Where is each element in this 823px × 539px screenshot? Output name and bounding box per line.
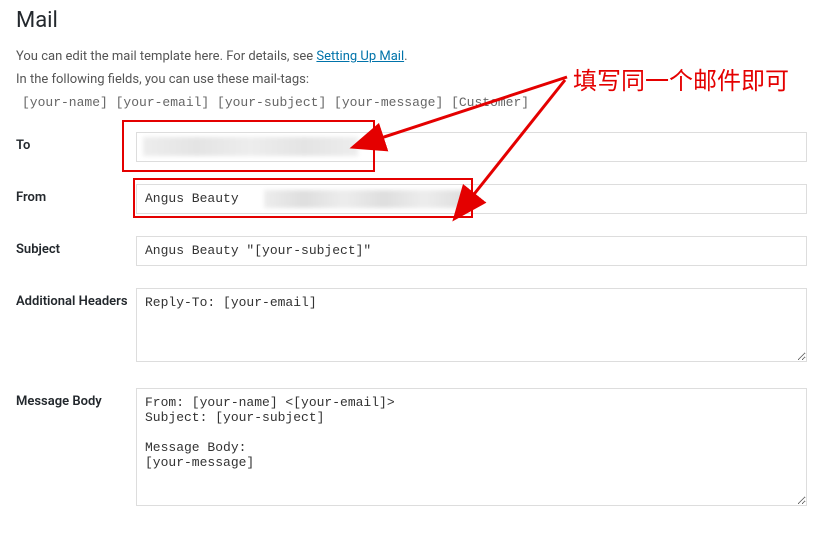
field-row-subject: Subject bbox=[16, 236, 807, 266]
label-from: From bbox=[16, 184, 136, 205]
field-row-from: From bbox=[16, 184, 807, 214]
label-message-body: Message Body bbox=[16, 388, 136, 409]
textarea-additional-headers[interactable]: Reply-To: [your-email] bbox=[136, 288, 807, 362]
section-heading: Mail bbox=[16, 8, 807, 33]
label-subject: Subject bbox=[16, 236, 136, 257]
setting-up-mail-link[interactable]: Setting Up Mail bbox=[316, 49, 404, 64]
field-row-message-body: Message Body From: [your-name] <[your-em… bbox=[16, 388, 807, 510]
input-to[interactable] bbox=[136, 132, 807, 162]
input-from[interactable] bbox=[136, 184, 807, 214]
label-to: To bbox=[16, 132, 136, 153]
field-row-to: To bbox=[16, 132, 807, 162]
description-prefix: You can edit the mail template here. For… bbox=[16, 49, 316, 64]
field-row-additional-headers: Additional Headers Reply-To: [your-email… bbox=[16, 288, 807, 366]
label-additional-headers: Additional Headers bbox=[16, 288, 136, 309]
description-suffix: . bbox=[404, 49, 407, 64]
textarea-message-body[interactable]: From: [your-name] <[your-email]> Subject… bbox=[136, 388, 807, 506]
mail-tags-list: [your-name] [your-email] [your-subject] … bbox=[22, 95, 807, 110]
annotation-text: 填写同一个邮件即可 bbox=[573, 61, 789, 96]
input-subject[interactable] bbox=[136, 236, 807, 266]
